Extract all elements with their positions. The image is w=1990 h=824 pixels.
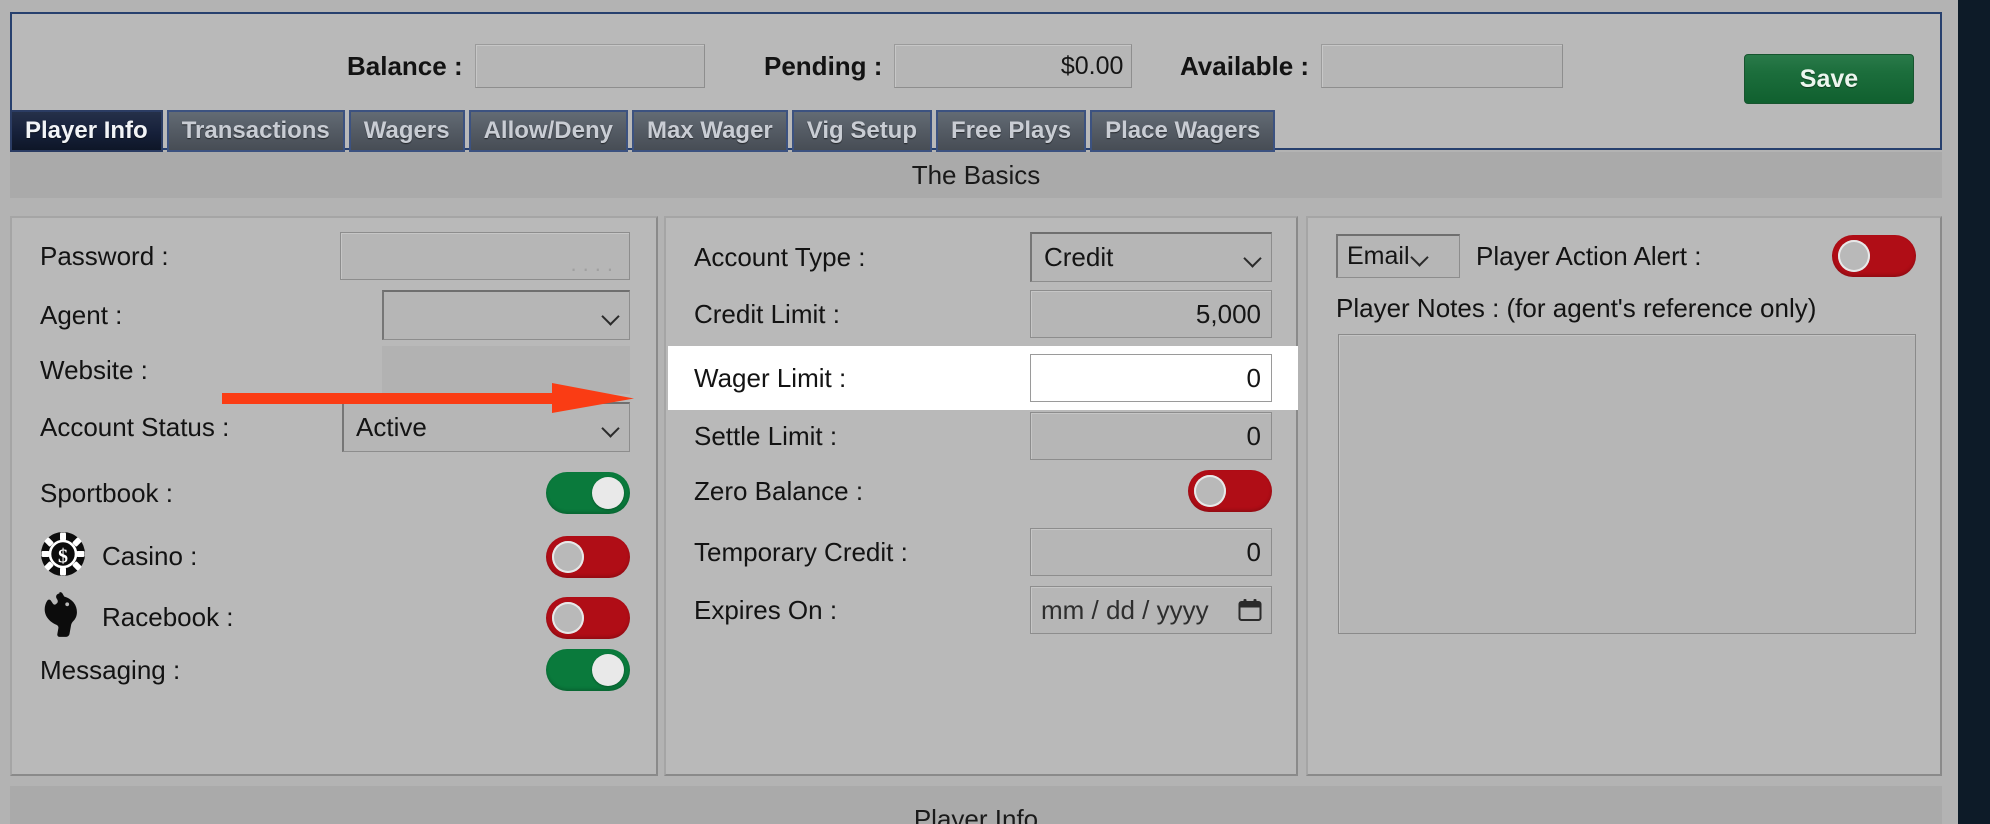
page-body: Balance : Pending : $0.00 Available : Sa… [0,0,1958,824]
balance-label: Balance : [347,50,463,81]
player-notes-textarea[interactable] [1338,334,1916,634]
temporary-credit-label: Temporary Credit : [694,536,908,567]
settle-limit-label: Settle Limit : [694,420,838,451]
player-action-alert-label: Player Action Alert : [1476,240,1702,271]
main-tab-bar: Player Info Transactions Wagers Allow/De… [10,110,1276,152]
account-status-select[interactable]: Active [342,402,630,452]
settle-limit-input[interactable]: 0 [1030,412,1272,460]
tab-wagers[interactable]: Wagers [348,110,465,152]
sportbook-label: Sportbook : [40,477,173,508]
poker-chip-icon: $ [40,531,86,582]
zero-balance-toggle[interactable] [1188,470,1272,512]
save-button[interactable]: Save [1744,54,1914,104]
website-row: Website : [40,346,630,394]
tab-max-wager[interactable]: Max Wager [631,110,788,152]
agent-row: Agent : [40,290,630,340]
password-masked-value: .... [570,251,619,276]
tab-player-info[interactable]: Player Info [10,110,163,152]
wager-limit-row: Wager Limit : 0 [694,354,1272,402]
zero-balance-row: Zero Balance : [694,470,1272,512]
wager-limit-input[interactable]: 0 [1030,354,1272,402]
tab-place-wagers[interactable]: Place Wagers [1090,110,1276,152]
account-status-label: Account Status : [40,411,230,442]
expires-on-placeholder: mm / dd / yyyy [1041,594,1209,625]
wager-limit-label: Wager Limit : [694,362,847,393]
credit-limit-label: Credit Limit : [694,298,840,329]
section-title-the-basics: The Basics [10,152,1942,198]
account-type-selected-value: Credit [1044,242,1114,272]
player-action-alert-toggle[interactable] [1832,235,1916,277]
player-notes-label: Player Notes : (for agent's reference on… [1336,293,1817,323]
player-action-alert-row: Email Player Action Alert : [1336,234,1916,278]
sportbook-row: Sportbook : [40,472,630,514]
toggle-knob [552,601,584,634]
pending-input[interactable]: $0.00 [894,44,1133,88]
tab-transactions[interactable]: Transactions [166,110,345,152]
pending-label: Pending : [764,50,883,81]
balance-input[interactable] [474,44,705,88]
bottom-section-label: Player Info [913,803,1039,824]
alert-method-select[interactable]: Email [1336,234,1460,278]
tab-vig-setup[interactable]: Vig Setup [791,110,933,152]
chevron-down-icon [1243,248,1263,268]
password-input[interactable]: .... [340,232,630,280]
racebook-toggle[interactable] [546,596,630,639]
expires-on-date-input[interactable]: mm / dd / yyyy [1030,586,1272,634]
pending-field-group: Pending : $0.00 [764,44,1133,88]
available-input[interactable] [1321,44,1564,88]
chevron-down-icon [1410,247,1430,267]
toggle-knob [1194,475,1226,507]
svg-text:$: $ [58,546,68,568]
messaging-row: Messaging : [40,649,630,691]
sportbook-toggle[interactable] [546,472,630,514]
available-field-group: Available : [1180,44,1564,88]
messaging-label: Messaging : [40,654,181,685]
casino-row: $ Casino : [40,531,630,582]
horse-head-icon [40,590,86,645]
chevron-down-icon [601,418,621,438]
balance-field-group: Balance : [347,44,705,88]
alert-method-selected-value: Email [1347,242,1410,270]
account-type-row: Account Type : Credit [694,232,1272,282]
chevron-down-icon [601,306,621,326]
available-label: Available : [1180,50,1310,81]
casino-toggle[interactable] [546,535,630,578]
right-notes-panel: Email Player Action Alert : Player Notes… [1306,216,1942,776]
account-type-label: Account Type : [694,241,866,272]
casino-label: Casino : [102,541,198,571]
password-label: Password : [40,240,169,271]
tab-free-plays[interactable]: Free Plays [936,110,1087,152]
tab-allow-deny[interactable]: Allow/Deny [468,110,628,152]
center-limits-panel: Account Type : Credit Credit Limit : 5,0… [664,216,1298,776]
toggle-knob [592,477,624,509]
messaging-toggle[interactable] [546,649,630,691]
left-settings-panel: Password : .... Agent : Website : Accoun… [10,216,658,776]
account-status-row: Account Status : Active [40,402,630,452]
account-type-select[interactable]: Credit [1030,232,1272,282]
temporary-credit-input[interactable]: 0 [1030,528,1272,576]
credit-limit-input[interactable]: 5,000 [1030,290,1272,338]
toggle-knob [592,654,624,686]
racebook-label: Racebook : [102,602,234,632]
calendar-icon[interactable] [1237,597,1263,623]
toggle-knob [552,540,584,573]
temporary-credit-row: Temporary Credit : 0 [694,528,1272,576]
agent-label: Agent : [40,299,123,330]
account-status-selected-value: Active [356,412,427,442]
settle-limit-row: Settle Limit : 0 [694,412,1272,460]
racebook-row: Racebook : [40,590,630,645]
zero-balance-label: Zero Balance : [694,475,864,506]
agent-select[interactable] [382,290,630,340]
website-input[interactable] [382,346,630,394]
expires-on-row: Expires On : mm / dd / yyyy [694,586,1272,634]
toggle-knob [1838,240,1870,272]
expires-on-label: Expires On : [694,594,838,625]
website-label: Website : [40,354,148,385]
section-title-player-info: Player Info [10,786,1942,824]
browser-viewport: Balance : Pending : $0.00 Available : Sa… [0,0,1990,824]
credit-limit-row: Credit Limit : 5,000 [694,290,1272,338]
password-row: Password : .... [40,232,630,280]
